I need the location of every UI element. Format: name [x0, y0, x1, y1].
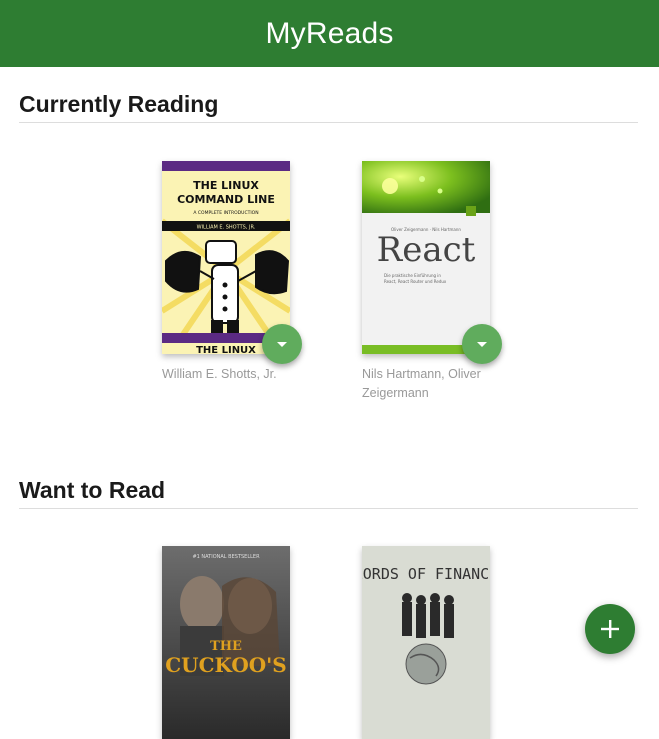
shelf-changer-button[interactable]	[262, 324, 302, 364]
cover-headline-line2: COMMAND LINE	[177, 193, 275, 206]
shelf-changer-button[interactable]	[462, 324, 502, 364]
book-authors: Nils Hartmann, Oliver Zeigermann	[362, 367, 481, 400]
book-cover[interactable]: LORDS OF FINANCE	[362, 546, 490, 739]
shelf-title-currently-reading: Currently Reading	[19, 91, 638, 123]
cover-headline-cuckoos: CUCKOO'S	[165, 653, 287, 677]
plus-icon	[601, 620, 619, 638]
linux-cover-art: THE LINUX COMMAND LINE A COMPLETE INTROD…	[162, 161, 290, 354]
cover-topline: #1 NATIONAL BESTSELLER	[192, 554, 260, 560]
app-header: MyReads	[0, 0, 659, 67]
cover-subline-line2: React, React Router und Redux	[384, 279, 447, 284]
cover-footer: THE LINUX	[196, 345, 256, 354]
cover-subline-line1: Die praktische Einführung in	[384, 273, 441, 278]
cover-author-line: WILLIAM E. SHOTTS, JR.	[197, 225, 256, 231]
book-cover[interactable]: Oliver Zeigermann · Nils Hartmann React …	[362, 161, 490, 354]
cover-subline: A COMPLETE INTRODUCTION	[193, 210, 258, 216]
cover-headline: React	[377, 230, 476, 270]
react-cover-art: Oliver Zeigermann · Nils Hartmann React …	[362, 161, 490, 354]
triangle-down-icon	[277, 341, 287, 347]
cover-headline-the: THE	[210, 639, 242, 654]
shelf-title-want-to-read: Want to Read	[19, 477, 638, 509]
app-title: MyReads	[265, 16, 394, 50]
triangle-down-icon	[477, 341, 487, 347]
cuckoo-cover-art: #1 NATIONAL BESTSELLER THE CUCKOO'S	[162, 546, 290, 739]
finance-cover-art: LORDS OF FINANCE	[362, 546, 490, 739]
cover-headline-line1: THE LINUX	[193, 179, 259, 192]
add-book-button[interactable]	[585, 604, 635, 654]
book-cover[interactable]: #1 NATIONAL BESTSELLER THE CUCKOO'S	[162, 546, 290, 739]
book-authors: William E. Shotts, Jr.	[162, 367, 277, 381]
book-cover[interactable]: THE LINUX COMMAND LINE A COMPLETE INTROD…	[162, 161, 290, 354]
cover-headline: LORDS OF FINANCE	[362, 565, 490, 583]
